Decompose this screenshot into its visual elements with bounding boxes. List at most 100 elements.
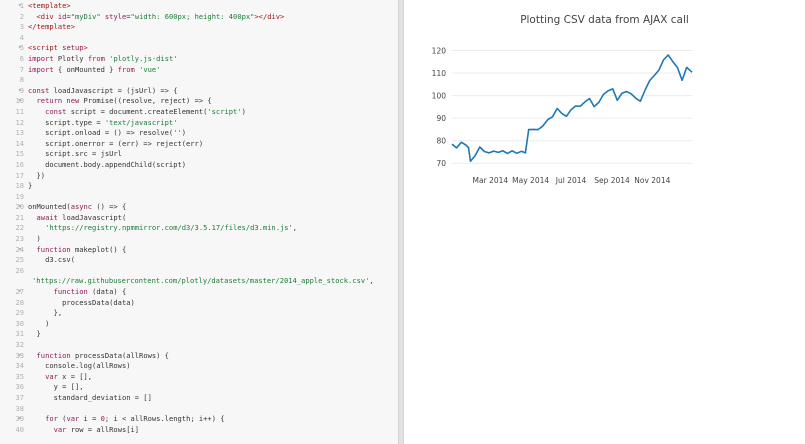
code-line: 33 ▾ function processData(allRows) { — [0, 351, 398, 362]
code-line: 23 ) — [0, 234, 398, 245]
line-number: 15 — [15, 149, 24, 159]
line-number: 30 — [15, 318, 24, 328]
fold-toggle-icon[interactable]: ▾ — [18, 414, 25, 425]
code-text: import { onMounted } from 'vue' — [28, 65, 160, 76]
code-text: script.onload = () => resolve('') — [28, 128, 186, 139]
y-tick-label: 120 — [432, 47, 447, 56]
code-token: i = — [83, 414, 101, 424]
code-text: 'https://raw.githubusercontent.com/plotl… — [32, 276, 374, 287]
code-token: > — [83, 43, 88, 53]
code-token: document.body.appendChild(script) — [28, 159, 187, 169]
code-token: from — [87, 53, 110, 63]
code-token: return new — [28, 96, 84, 106]
fold-toggle-icon[interactable]: ▾ — [18, 245, 25, 256]
fold-toggle-icon[interactable]: ▾ — [18, 202, 25, 213]
code-text: standard_deviation = [] — [28, 393, 152, 404]
code-line: 7 import { onMounted } from 'vue' — [0, 65, 398, 76]
code-text: return new Promise((resolve, reject) => … — [28, 96, 212, 107]
code-token: y = [], — [28, 382, 84, 392]
fold-toggle-icon[interactable]: ▾ — [18, 351, 25, 362]
code-token: '' — [173, 128, 182, 138]
code-token: ; i < allRows.length; i++) { — [104, 414, 225, 424]
code-line: 3 </template> — [0, 22, 398, 33]
code-line: 6 import Plotly from 'plotly.js-dist' — [0, 54, 398, 65]
line-number: 8 — [19, 75, 24, 85]
code-token: } — [28, 181, 33, 191]
code-token: row = allRows[i] — [70, 424, 140, 434]
code-line: 20 ▾ onMounted(async () => { — [0, 202, 398, 213]
fold-toggle-icon[interactable]: ▾ — [18, 43, 25, 54]
code-token: <div — [28, 11, 58, 21]
code-text: <script setup> — [28, 43, 88, 54]
code-token: "myDiv" — [70, 11, 101, 21]
code-line: 11 const script = document.createElement… — [0, 107, 398, 118]
code-token: Plotly — [57, 53, 88, 63]
code-token: import — [28, 64, 58, 74]
line-number: 31 — [15, 329, 24, 339]
fold-toggle-icon[interactable]: ▾ — [18, 1, 25, 12]
code-text: function makeplot() { — [28, 245, 127, 256]
code-token: <template> — [28, 1, 71, 10]
code-line: 14 script.onerror = (err) => reject(err) — [0, 139, 398, 150]
line-number: 25 — [15, 255, 24, 265]
code-line: 5 ▾ <script setup> — [0, 43, 398, 54]
code-token: var — [28, 424, 71, 434]
code-text: document.body.appendChild(script) — [28, 160, 186, 171]
fold-toggle-icon[interactable]: ▾ — [18, 86, 25, 97]
code-token: var — [28, 371, 63, 381]
code-line: 34 console.log(allRows) — [0, 361, 398, 372]
fold-toggle-icon[interactable]: ▾ — [18, 287, 25, 298]
code-token: }) — [28, 170, 46, 180]
code-line: 13 script.onload = () => resolve('') — [0, 128, 398, 139]
code-token: 'https://registry.npmmirror.com/d3/3.5.1… — [28, 223, 293, 233]
code-text: await loadJavascript( — [28, 212, 127, 224]
code-text: const script = document.createElement('s… — [28, 107, 246, 118]
line-number: 13 — [15, 128, 24, 138]
code-token: </template> — [28, 22, 75, 32]
code-token: script.onload = () => resolve( — [28, 128, 174, 138]
line-number: 11 — [15, 106, 24, 116]
code-token: script = document.createElement( — [70, 106, 208, 116]
code-line: 35 var x = [], — [0, 372, 398, 383]
line-number: 28 — [15, 297, 24, 307]
code-token: "width: 600px; height: 400px" — [130, 11, 255, 21]
line-chart[interactable]: 70 80 90 100 110 120 Mar 2014 May 2014 Jul 2014… — [404, 0, 805, 200]
code-editor[interactable]: 1 ▾ <template> 2 <div id="myDiv" style="wid… — [0, 0, 398, 444]
line-number: 18 — [15, 181, 24, 191]
code-line: 8 — [0, 75, 398, 86]
x-tick-label: Sep 2014 — [594, 176, 630, 185]
code-text: y = [], — [28, 382, 84, 393]
line-number: 7 — [19, 64, 24, 74]
code-token: 'plotly.js-dist' — [109, 53, 178, 63]
code-text: function (data) { — [28, 287, 127, 298]
line-number: 34 — [15, 361, 24, 371]
code-text: ) — [28, 319, 49, 330]
code-text: <template> — [28, 1, 71, 12]
code-text: } — [28, 329, 41, 340]
code-token: 'text/javascript' — [104, 117, 178, 127]
code-token: , — [292, 223, 298, 233]
code-text: } — [28, 181, 32, 192]
line-number: 23 — [15, 234, 24, 244]
y-tick-label: 70 — [436, 159, 446, 168]
code-token: script.type = — [28, 117, 105, 127]
fold-toggle-icon[interactable]: ▾ — [18, 96, 25, 107]
code-lines: 1 ▾ <template> 2 <div id="myDiv" style="wid… — [0, 1, 398, 435]
chart-grid — [452, 50, 692, 164]
x-axis: Mar 2014 May 2014 Jul 2014 Sep 2014 Nov 2014 — [473, 176, 671, 185]
code-text: function processData(allRows) { — [28, 351, 169, 362]
code-line: 37 standard_deviation = [] — [0, 393, 398, 404]
code-line: 12 script.type = 'text/javascript' — [0, 118, 398, 129]
code-line: 27 ▾ function (data) { — [0, 287, 398, 298]
y-tick-label: 110 — [432, 69, 447, 78]
line-number: 35 — [15, 371, 24, 381]
line-number: 36 — [15, 382, 24, 392]
code-token: ) — [28, 234, 41, 244]
line-number: 32 — [15, 340, 24, 349]
preview-pane: Plotting CSV data from AJAX call 70 80 90 1… — [404, 0, 805, 444]
code-text: }, — [28, 308, 63, 319]
code-token: loadJavascript( — [62, 212, 127, 222]
code-token: ) — [181, 128, 187, 138]
code-token: for — [28, 414, 63, 424]
code-token: style — [100, 11, 127, 21]
